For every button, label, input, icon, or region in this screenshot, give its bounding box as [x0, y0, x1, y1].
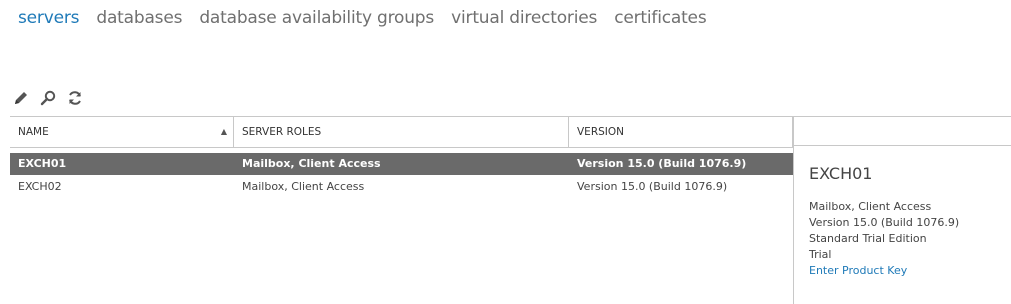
column-roles-label: SERVER ROLES — [242, 126, 322, 138]
details-roles: Mailbox, Client Access — [809, 200, 932, 213]
pencil-icon[interactable] — [12, 89, 30, 107]
details-header-divider — [794, 116, 1011, 146]
tab-virtual-directories[interactable]: virtual directories — [451, 8, 597, 28]
column-header-server-roles[interactable]: SERVER ROLES — [234, 117, 569, 147]
servers-grid: NAME ▲ SERVER ROLES VERSION EXCH01 Mailb… — [10, 116, 793, 304]
refresh-icon[interactable] — [66, 89, 84, 107]
column-version-label: VERSION — [577, 126, 624, 138]
cell-name: EXCH01 — [18, 157, 67, 170]
column-header-name[interactable]: NAME ▲ — [10, 117, 234, 147]
top-nav-tabs: servers databases database availability … — [18, 8, 718, 32]
details-pane: EXCH01 Mailbox, Client Access Version 15… — [793, 116, 1011, 304]
search-icon[interactable] — [39, 89, 57, 107]
table-row[interactable]: EXCH02 Mailbox, Client Access Version 15… — [10, 176, 793, 198]
column-header-version[interactable]: VERSION — [569, 117, 793, 147]
toolbar — [12, 87, 88, 105]
cell-version: Version 15.0 (Build 1076.9) — [577, 157, 747, 170]
details-version: Version 15.0 (Build 1076.9) — [809, 216, 960, 229]
grid-header: NAME ▲ SERVER ROLES VERSION — [10, 116, 793, 148]
details-license: Trial — [809, 248, 832, 261]
details-info: Mailbox, Client Access Version 15.0 (Bui… — [809, 199, 959, 279]
table-row[interactable]: EXCH01 Mailbox, Client Access Version 15… — [10, 153, 793, 175]
details-edition: Standard Trial Edition — [809, 232, 927, 245]
cell-roles: Mailbox, Client Access — [242, 180, 365, 193]
tab-certificates[interactable]: certificates — [614, 8, 706, 28]
details-title: EXCH01 — [809, 164, 873, 183]
cell-name: EXCH02 — [18, 180, 62, 193]
tab-servers[interactable]: servers — [18, 8, 79, 28]
column-name-label: NAME — [18, 126, 49, 138]
cell-roles: Mailbox, Client Access — [242, 157, 381, 170]
tab-databases[interactable]: databases — [96, 8, 182, 28]
tab-database-availability-groups[interactable]: database availability groups — [199, 8, 434, 28]
cell-version: Version 15.0 (Build 1076.9) — [577, 180, 728, 193]
enter-product-key-link[interactable]: Enter Product Key — [809, 263, 959, 279]
sort-ascending-icon: ▲ — [220, 127, 227, 136]
